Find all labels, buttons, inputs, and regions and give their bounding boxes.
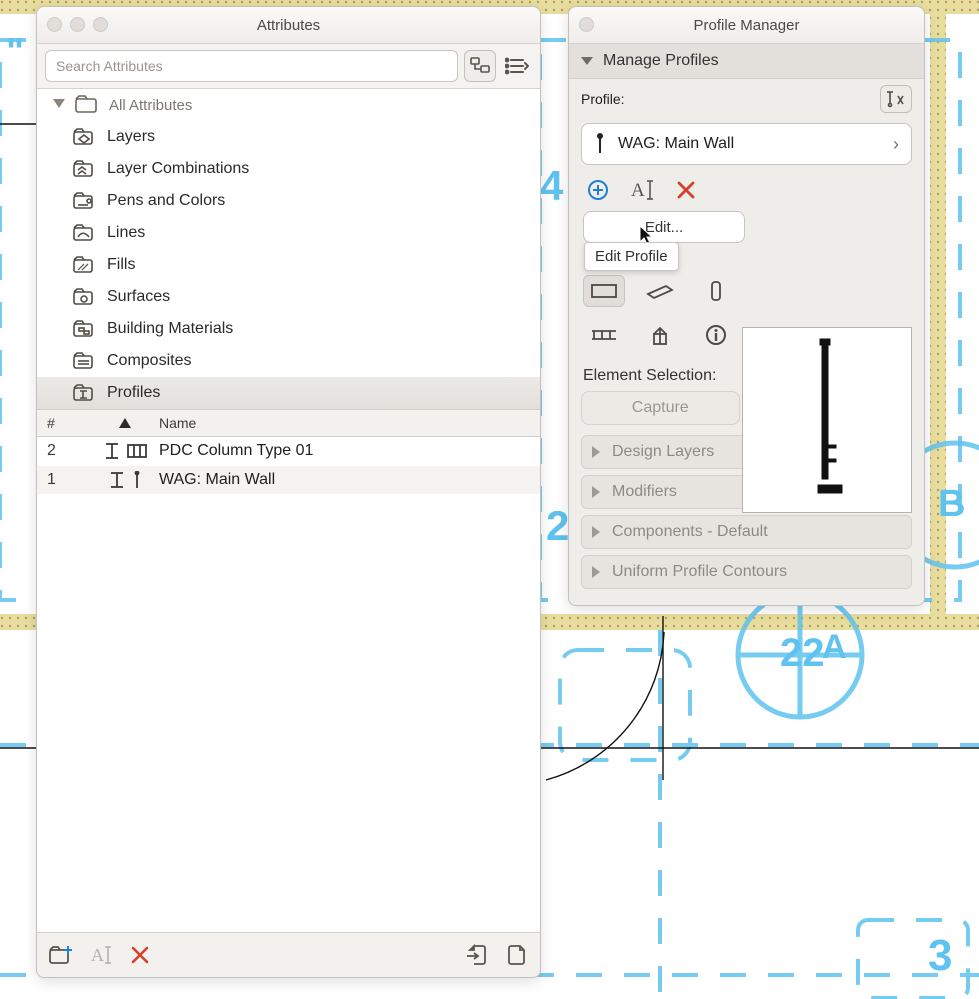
use-with-object-button[interactable] xyxy=(639,319,681,351)
profile-glyph-icon xyxy=(594,133,606,155)
col-number[interactable]: # xyxy=(37,415,91,431)
disclosure-triangle-icon xyxy=(581,57,593,65)
manage-profiles-section-header[interactable]: Manage Profiles xyxy=(569,44,924,79)
export-button[interactable] xyxy=(506,944,528,966)
tree-item-fills[interactable]: Fills xyxy=(37,249,540,281)
svg-text:2: 2 xyxy=(546,502,569,549)
svg-text:3: 3 xyxy=(928,931,952,980)
section-components-default[interactable]: Components - Default xyxy=(581,515,912,549)
attributes-bottom-toolbar: A xyxy=(37,932,540,977)
svg-text:B: B xyxy=(938,483,965,525)
tree-item-surfaces[interactable]: Surfaces xyxy=(37,281,540,313)
profile-settings-button[interactable] xyxy=(880,85,912,113)
disclosure-triangle-icon xyxy=(592,446,600,458)
table-row[interactable]: 1 WAG: Main Wall xyxy=(37,466,540,495)
profile-manager-title: Profile Manager xyxy=(694,17,800,34)
svg-text:4: 4 xyxy=(540,162,564,209)
tree-item-profiles[interactable]: Profiles xyxy=(37,377,540,409)
window-traffic-lights[interactable] xyxy=(47,17,108,32)
disclosure-triangle-icon xyxy=(592,526,600,538)
tree-item-pens-colors[interactable]: Pens and Colors xyxy=(37,185,540,217)
new-attribute-button[interactable] xyxy=(49,944,73,966)
use-with-wall-button[interactable] xyxy=(583,275,625,307)
new-profile-button[interactable] xyxy=(587,179,609,201)
profile-dropdown[interactable]: WAG: Main Wall › xyxy=(581,123,912,165)
disclosure-triangle-icon xyxy=(592,566,600,578)
row-type-icons xyxy=(91,471,159,489)
svg-text:": " xyxy=(6,31,24,73)
tree-item-composites[interactable]: Composites xyxy=(37,345,540,377)
delete-button[interactable] xyxy=(131,946,149,964)
edit-profile-tooltip: Edit Profile xyxy=(584,242,679,271)
profile-manager-panel: Profile Manager Manage Profiles Profile:… xyxy=(568,6,925,606)
profile-manager-titlebar[interactable]: Profile Manager xyxy=(569,7,924,44)
use-with-beam-button[interactable] xyxy=(639,275,681,307)
window-traffic-lights[interactable] xyxy=(579,17,594,32)
profile-label: Profile: xyxy=(581,91,625,107)
edit-profile-button[interactable]: Edit... Edit Profile xyxy=(583,211,745,243)
svg-text:A: A xyxy=(822,628,847,666)
capture-button[interactable]: Capture xyxy=(581,391,740,425)
col-sort-icon[interactable] xyxy=(91,418,159,428)
tree-item-lines[interactable]: Lines xyxy=(37,217,540,249)
svg-text:A: A xyxy=(91,945,104,965)
delete-profile-button[interactable] xyxy=(677,181,695,199)
attributes-search-row: Search Attributes xyxy=(37,44,540,89)
use-with-row1 xyxy=(569,269,924,313)
tree-item-layer-combinations[interactable]: Layer Combinations xyxy=(37,153,540,185)
col-name[interactable]: Name xyxy=(159,415,540,431)
profile-preview xyxy=(742,327,912,513)
view-tree-button[interactable] xyxy=(464,50,496,82)
section-uniform-profile-contours[interactable]: Uniform Profile Contours xyxy=(581,555,912,589)
attributes-tree: All Attributes Layers Layer Combinations… xyxy=(37,89,540,410)
table-row[interactable]: 2 PDC Column Type 01 xyxy=(37,437,540,466)
rename-profile-button[interactable]: A xyxy=(631,179,655,201)
attributes-title: Attributes xyxy=(257,17,320,34)
disclosure-triangle-icon xyxy=(592,486,600,498)
attributes-panel: Attributes Search Attributes All Attribu… xyxy=(36,6,541,978)
attributes-table-header[interactable]: # Name xyxy=(37,410,540,437)
tree-item-layers[interactable]: Layers xyxy=(37,121,540,153)
attributes-table-body: 2 PDC Column Type 01 1 WAG: Main Wall xyxy=(37,437,540,932)
chevron-right-icon: › xyxy=(893,134,899,155)
tree-item-building-materials[interactable]: Building Materials xyxy=(37,313,540,345)
rename-button[interactable]: A xyxy=(91,945,113,965)
info-button[interactable] xyxy=(695,319,737,351)
tree-root-all-attributes[interactable]: All Attributes xyxy=(37,89,540,121)
import-button[interactable] xyxy=(466,944,488,966)
attributes-titlebar[interactable]: Attributes xyxy=(37,7,540,44)
view-list-button[interactable] xyxy=(502,51,532,81)
use-with-column-button[interactable] xyxy=(695,275,737,307)
svg-text:22: 22 xyxy=(780,631,825,675)
svg-text:A: A xyxy=(631,180,645,201)
search-input[interactable]: Search Attributes xyxy=(45,50,458,82)
row-type-icons xyxy=(91,442,159,460)
use-with-railing-button[interactable] xyxy=(583,319,625,351)
